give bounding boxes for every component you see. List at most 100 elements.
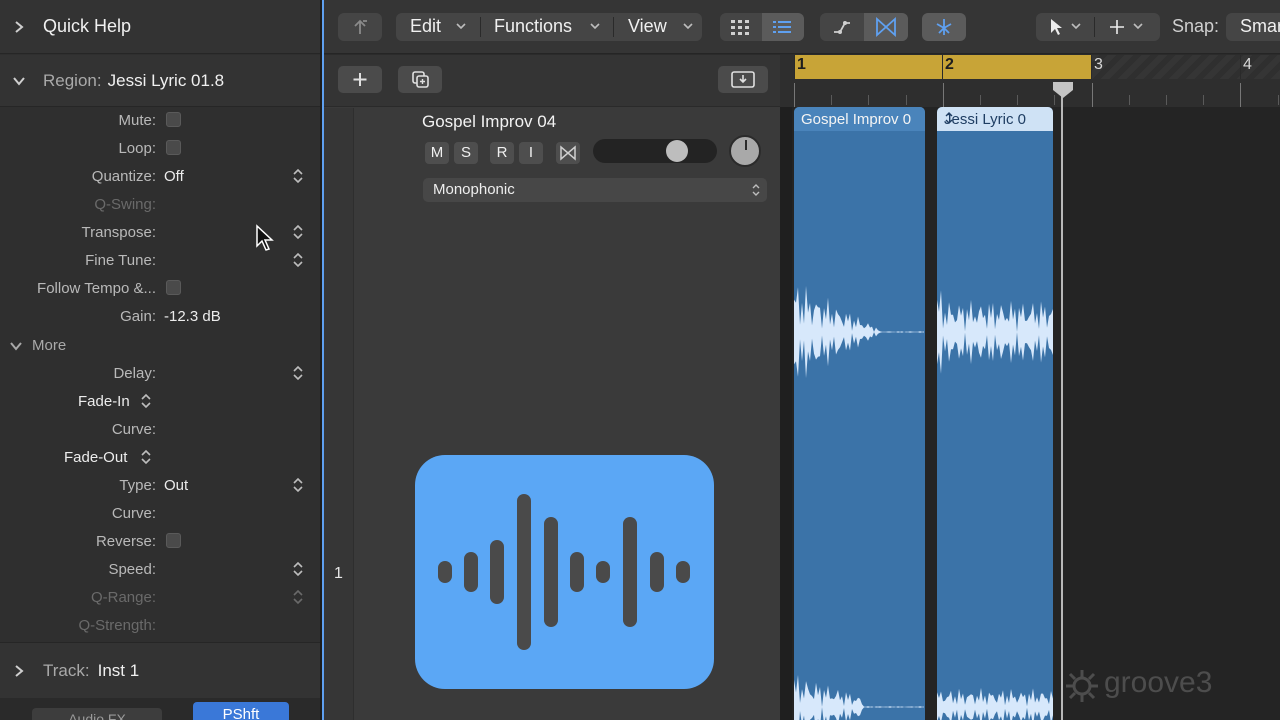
waveform-bar — [650, 552, 664, 592]
chevron-down-icon — [455, 20, 467, 32]
record-enable-button[interactable]: R — [490, 142, 514, 164]
separator — [480, 17, 481, 37]
bar-number: 3 — [1094, 56, 1103, 73]
track-name[interactable]: Inst 1 — [98, 661, 140, 681]
list-view-button[interactable] — [762, 13, 804, 41]
param-label: Delay: — [113, 365, 156, 382]
pointer-tool-icon[interactable] — [1048, 17, 1064, 37]
volume-slider-handle[interactable] — [666, 140, 688, 162]
audio-region[interactable]: Gospel Improv 0 — [794, 107, 925, 720]
new-track-button[interactable] — [338, 66, 382, 93]
param-value[interactable]: -12.3 dB — [164, 308, 221, 325]
up-down-arrows-icon[interactable] — [291, 250, 305, 270]
waveform-shape — [937, 290, 1053, 374]
pshft-plugin-slot[interactable]: PShft — [193, 702, 289, 720]
bar-ruler[interactable]: 1 2 3 4 — [780, 55, 1280, 107]
param-row: Gain: -12.3 dB — [0, 302, 320, 330]
flex-track-button[interactable] — [556, 142, 580, 164]
region-label: Region: — [43, 70, 102, 90]
snap-mode-menu[interactable]: Smart — [1226, 13, 1280, 41]
param-value[interactable]: Out — [164, 477, 188, 494]
snap-to-grid-button[interactable] — [922, 13, 966, 41]
chevron-down-icon — [12, 74, 26, 88]
audio-fx-slot[interactable]: Audio FX — [32, 708, 162, 720]
tracks-toolbar: Edit Functions View Snap: Sma — [324, 0, 1280, 54]
pan-knob[interactable] — [729, 135, 761, 167]
param-checkbox[interactable] — [166, 140, 181, 155]
bar-line — [1091, 55, 1092, 79]
snap-icon — [933, 17, 955, 37]
more-label: More — [32, 337, 67, 354]
quick-help-label: Quick Help — [43, 16, 132, 36]
up-down-arrows-icon[interactable] — [291, 587, 305, 607]
input-monitor-button[interactable]: I — [519, 142, 543, 164]
param-label: Curve: — [111, 421, 156, 438]
flex-mode-menu[interactable]: Monophonic — [423, 178, 767, 202]
ruler-tick — [906, 95, 907, 105]
catch-button[interactable] — [338, 13, 382, 41]
flex-icon — [560, 145, 576, 161]
up-down-arrows-icon[interactable] — [291, 559, 305, 579]
param-label: Follow Tempo &... — [37, 280, 156, 297]
marquee-tool-icon[interactable] — [1108, 18, 1126, 36]
automation-curve-icon[interactable] — [832, 18, 852, 36]
param-label[interactable]: Fade-In — [78, 393, 130, 410]
waveform-shape — [937, 687, 1053, 720]
waveform-shape — [794, 675, 924, 720]
up-down-arrows-icon[interactable] — [291, 222, 305, 242]
up-down-arrows-icon[interactable] — [291, 475, 305, 495]
chevron-down-icon — [9, 339, 23, 353]
param-row: Speed: — [0, 555, 320, 583]
watermark: groove3 — [1104, 666, 1213, 699]
param-label: Quantize: — [91, 168, 156, 185]
playhead-handle-icon[interactable] — [1051, 80, 1075, 100]
edit-menu[interactable]: Edit — [410, 16, 441, 37]
separator — [1094, 17, 1095, 37]
mute-button[interactable]: M — [425, 142, 449, 164]
quick-help-header[interactable]: Quick Help — [0, 0, 320, 54]
ruler-tick — [1166, 95, 1167, 105]
audio-region-selected[interactable]: Jessi Lyric 0 — [937, 107, 1053, 720]
audio-track-icon[interactable] — [415, 455, 714, 689]
param-checkbox[interactable] — [166, 280, 181, 295]
chevron-down-icon — [682, 20, 694, 32]
param-label: Mute: — [118, 112, 156, 129]
catch-up-arrow-icon — [351, 18, 369, 36]
groove3-logo-icon — [1064, 668, 1100, 709]
collapse-track-button[interactable] — [718, 66, 768, 93]
track-name-label[interactable]: Gospel Improv 04 — [422, 112, 556, 132]
param-row: Curve: — [0, 499, 320, 527]
functions-menu[interactable]: Functions — [494, 16, 572, 37]
param-row: Fade-Out — [0, 443, 320, 471]
param-row: Reverse: — [0, 527, 320, 555]
param-row: Q-Swing: — [0, 190, 320, 218]
solo-button[interactable]: S — [454, 142, 478, 164]
track-header-area: 1 Gospel Improv 04 M S R I Monophonic — [324, 55, 780, 720]
param-label: Gain: — [120, 308, 156, 325]
chevron-down-icon — [1132, 20, 1144, 32]
param-checkbox[interactable] — [166, 112, 181, 127]
bar-number: 2 — [945, 56, 954, 73]
up-down-arrows-icon[interactable] — [139, 391, 153, 411]
param-value[interactable]: Off — [164, 168, 184, 185]
snap-label: Snap: — [1172, 16, 1220, 36]
inspector-panel: Quick Help Region: Jessi Lyric 01.8 Mute… — [0, 0, 320, 720]
playhead[interactable] — [1061, 83, 1063, 720]
volume-slider[interactable] — [593, 139, 717, 163]
duplicate-track-button[interactable] — [398, 66, 442, 93]
param-label[interactable]: Fade-Out — [64, 449, 127, 466]
grid-view-icon[interactable] — [730, 18, 750, 36]
flex-button[interactable] — [864, 13, 908, 41]
view-menu[interactable]: View — [628, 16, 667, 37]
param-checkbox[interactable] — [166, 533, 181, 548]
more-disclosure[interactable]: More — [0, 331, 320, 359]
up-down-arrows-icon[interactable] — [291, 166, 305, 186]
waveform-bar — [544, 517, 558, 627]
flex-mode-value: Monophonic — [433, 181, 515, 198]
region-name[interactable]: Jessi Lyric 01.8 — [108, 71, 225, 91]
up-down-arrows-icon[interactable] — [139, 447, 153, 467]
region-inspector-header[interactable]: Region: Jessi Lyric 01.8 — [0, 55, 320, 107]
up-down-arrows-icon — [752, 184, 760, 196]
up-down-arrows-icon[interactable] — [291, 363, 305, 383]
track-inspector-header[interactable]: Track: Inst 1 — [0, 642, 320, 698]
